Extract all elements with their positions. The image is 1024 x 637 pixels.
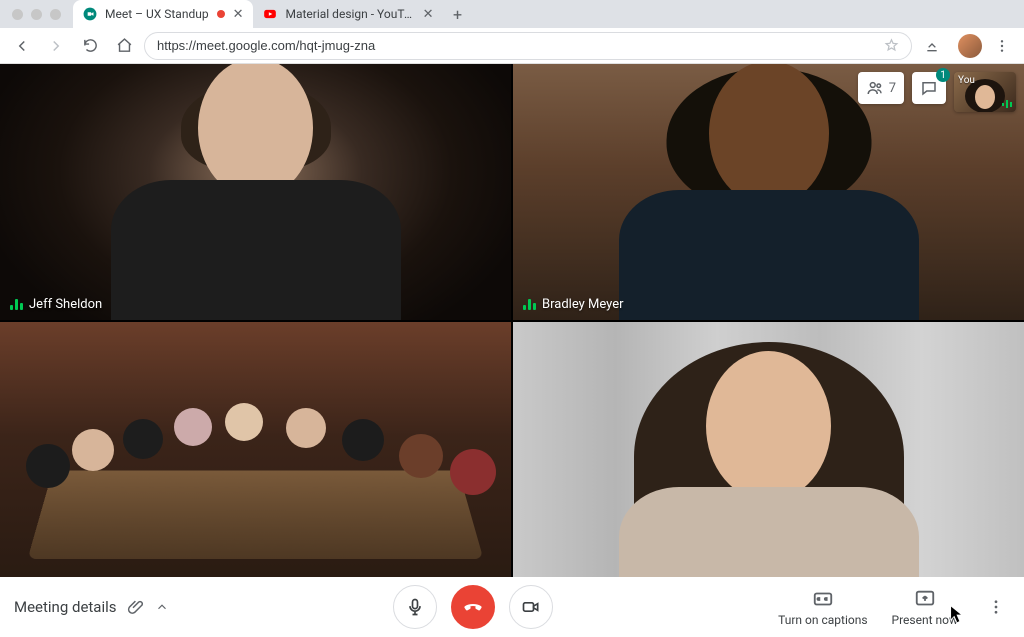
self-view-tile[interactable]: You bbox=[954, 72, 1016, 112]
participant-name-tag: Jeff Sheldon bbox=[10, 297, 102, 312]
bookmark-star-icon[interactable] bbox=[884, 38, 899, 53]
tab-title: Material design - YouTube bbox=[285, 7, 414, 21]
home-button[interactable] bbox=[110, 32, 138, 60]
captions-icon bbox=[812, 588, 834, 610]
top-overlay: 7 1 You bbox=[858, 72, 1016, 112]
center-controls bbox=[393, 585, 553, 629]
chat-button[interactable]: 1 bbox=[912, 72, 946, 104]
participants-button[interactable]: 7 bbox=[858, 72, 904, 104]
profile-avatar[interactable] bbox=[958, 34, 982, 58]
self-label: You bbox=[958, 75, 975, 86]
participant-count: 7 bbox=[889, 81, 896, 96]
url-input[interactable] bbox=[157, 38, 876, 53]
participant-name: Jeff Sheldon bbox=[29, 297, 102, 312]
tab-title: Meet – UX Standup bbox=[105, 7, 209, 21]
more-options-button[interactable] bbox=[982, 593, 1010, 621]
captions-button[interactable]: Turn on captions bbox=[778, 588, 867, 627]
speaking-icon bbox=[523, 298, 536, 310]
recording-indicator-icon bbox=[217, 10, 225, 18]
more-vertical-icon bbox=[987, 598, 1005, 616]
participant-name-tag: Bradley Meyer bbox=[523, 297, 624, 312]
hang-up-button[interactable] bbox=[451, 585, 495, 629]
camera-icon bbox=[521, 597, 541, 617]
new-tab-button[interactable]: + bbox=[443, 5, 471, 24]
toolbar-row bbox=[0, 28, 1024, 64]
camera-toggle-button[interactable] bbox=[509, 585, 553, 629]
chevron-up-icon bbox=[155, 600, 169, 614]
minimize-window-icon[interactable] bbox=[31, 9, 42, 20]
self-speaking-icon bbox=[1001, 99, 1013, 109]
right-controls: Turn on captions Present now bbox=[778, 588, 1010, 627]
mute-mic-button[interactable] bbox=[393, 585, 437, 629]
present-button[interactable]: Present now bbox=[892, 588, 958, 627]
tab-meet[interactable]: Meet – UX Standup ✕ bbox=[73, 0, 253, 28]
forward-button bbox=[42, 32, 70, 60]
window-controls[interactable] bbox=[0, 9, 73, 20]
video-grid: Jeff Sheldon Bradley Meyer bbox=[0, 64, 1024, 577]
tab-strip: Meet – UX Standup ✕ Material design - Yo… bbox=[0, 0, 1024, 28]
present-label: Present now bbox=[892, 613, 958, 627]
meeting-details-button[interactable]: Meeting details bbox=[14, 598, 169, 616]
video-grid-area: Jeff Sheldon Bradley Meyer bbox=[0, 64, 1024, 577]
back-button[interactable] bbox=[8, 32, 36, 60]
browser-menu-button[interactable] bbox=[988, 32, 1016, 60]
maximize-window-icon[interactable] bbox=[50, 9, 61, 20]
hang-up-icon bbox=[461, 595, 485, 619]
close-window-icon[interactable] bbox=[12, 9, 23, 20]
tab-youtube[interactable]: Material design - YouTube ✕ bbox=[253, 0, 443, 28]
present-icon bbox=[914, 588, 936, 610]
microphone-icon bbox=[405, 597, 425, 617]
chat-badge: 1 bbox=[936, 68, 950, 82]
captions-label: Turn on captions bbox=[778, 613, 867, 627]
participant-tile[interactable] bbox=[0, 322, 511, 578]
attachment-icon bbox=[127, 598, 145, 616]
speaking-icon bbox=[10, 298, 23, 310]
address-bar[interactable] bbox=[144, 32, 912, 60]
participant-tile[interactable]: Jeff Sheldon bbox=[0, 64, 511, 320]
reload-button[interactable] bbox=[76, 32, 104, 60]
youtube-favicon-icon bbox=[263, 7, 277, 21]
close-tab-icon[interactable]: ✕ bbox=[423, 7, 434, 22]
participant-tile[interactable] bbox=[513, 322, 1024, 578]
meet-favicon-icon bbox=[83, 7, 97, 21]
close-tab-icon[interactable]: ✕ bbox=[233, 7, 244, 22]
chat-icon bbox=[920, 79, 938, 97]
browser-chrome: Meet – UX Standup ✕ Material design - Yo… bbox=[0, 0, 1024, 64]
bottom-bar: Meeting details Turn on captions Present… bbox=[0, 577, 1024, 637]
minimize-chrome-icon[interactable] bbox=[918, 32, 946, 60]
participant-name: Bradley Meyer bbox=[542, 297, 624, 312]
meeting-details-label: Meeting details bbox=[14, 598, 117, 616]
people-icon bbox=[866, 79, 884, 97]
